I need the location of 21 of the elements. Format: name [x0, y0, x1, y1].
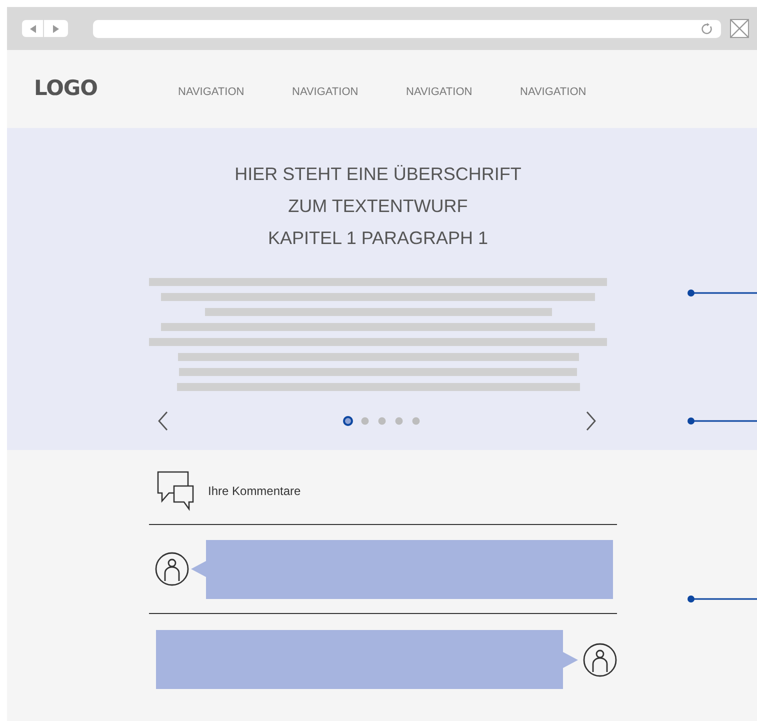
- nav-link[interactable]: NAVIGATION: [406, 84, 520, 100]
- reload-icon[interactable]: [701, 22, 714, 34]
- next-arrow[interactable]: [585, 411, 597, 431]
- annotation-marker: [687, 594, 757, 604]
- logo[interactable]: LOGO: [34, 73, 178, 105]
- close-icon[interactable]: [730, 19, 749, 38]
- annotation-marker: [687, 288, 757, 298]
- comments-title: Ihre Kommentare: [208, 483, 301, 500]
- right-triangle-icon: [52, 24, 60, 32]
- avatar-icon: [155, 552, 189, 586]
- heading-line: KAPITEL 1 PARAGRAPH 1: [268, 227, 488, 250]
- previous-arrow[interactable]: [157, 411, 169, 431]
- left-triangle-icon: [28, 24, 36, 32]
- avatar-icon: [583, 642, 617, 676]
- annotation-marker: [687, 416, 757, 426]
- heading-line: HIER STEHT EINE ÜBERSCHRIFT: [234, 163, 522, 186]
- nav-link[interactable]: NAVIGATION: [292, 84, 406, 100]
- comments-icon: [157, 471, 195, 511]
- nav-link[interactable]: NAVIGATION: [178, 84, 292, 100]
- nav-link[interactable]: NAVIGATION: [520, 84, 634, 100]
- heading-line: ZUM TEXTENTWURF: [288, 195, 468, 218]
